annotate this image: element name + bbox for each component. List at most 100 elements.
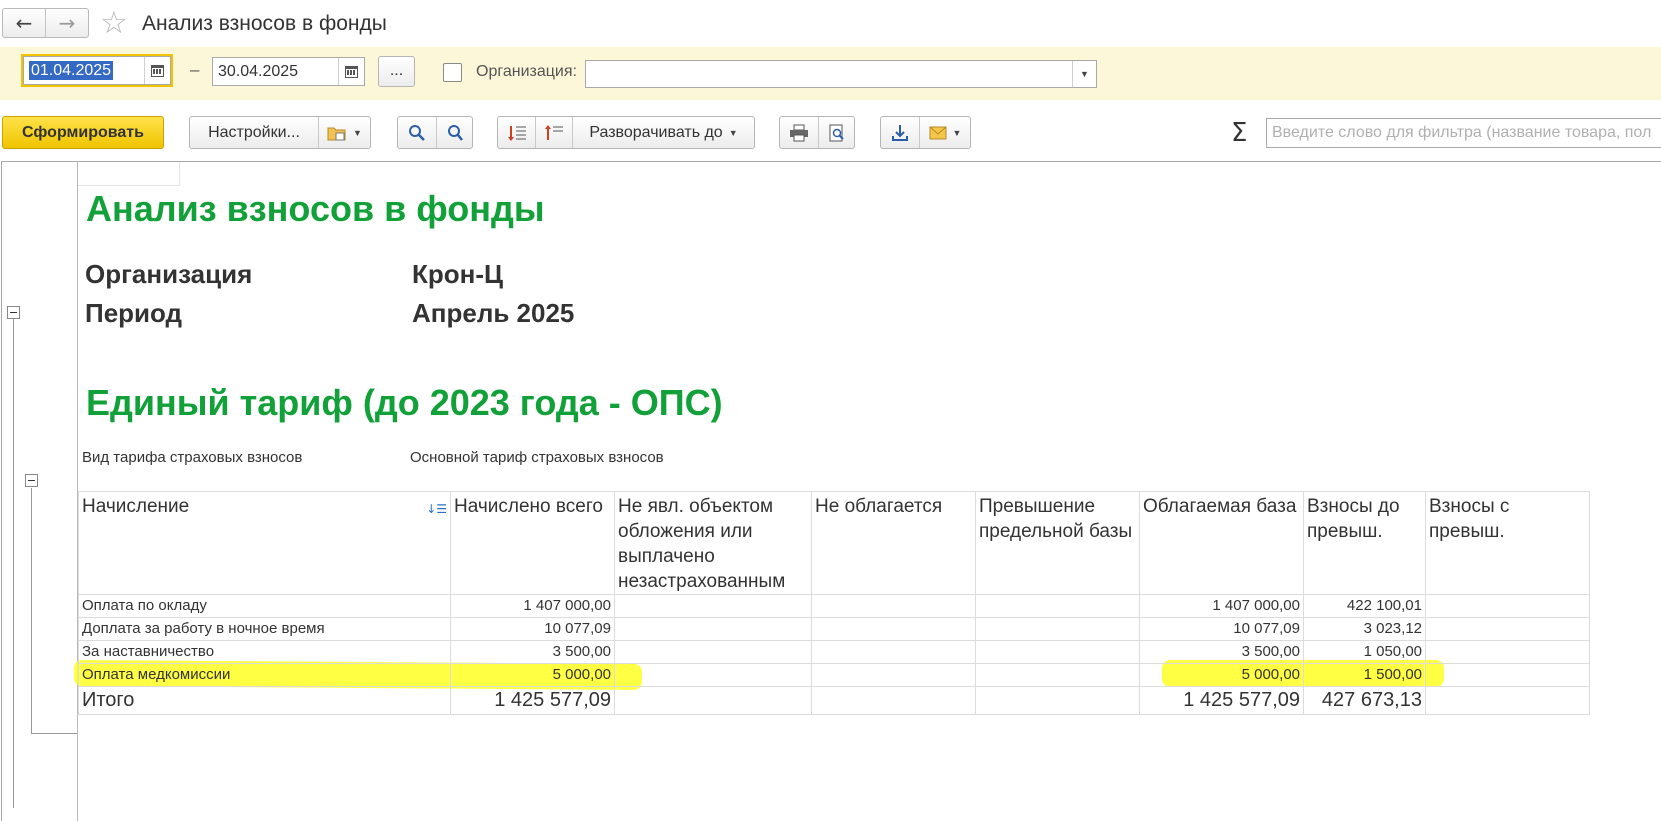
table-cell: 1 407 000,00 (1139, 594, 1304, 618)
group-tree-line (31, 733, 77, 734)
section-title: Единый тариф (до 2023 года - ОПС) (86, 382, 723, 423)
table-cell: 3 023,12 (1303, 617, 1426, 641)
table-cell: 3 500,00 (1139, 640, 1304, 664)
search-refresh-icon (447, 124, 463, 141)
favorite-star-icon[interactable]: ☆ (100, 6, 128, 40)
collapse-group-icon[interactable] (7, 306, 20, 319)
table-cell: За наставничество (78, 640, 451, 664)
column-header[interactable]: Начислено всего (450, 491, 615, 595)
expand-button-group: Разворачивать до ▼ (497, 116, 755, 149)
column-header[interactable]: Не явл. объектом обложения или выплачено… (614, 491, 812, 595)
search-button-group (397, 116, 473, 149)
table-row[interactable]: Доплата за работу в ночное время 10 077,… (78, 617, 1590, 641)
navigation-buttons: ← → (2, 8, 89, 38)
tariff-type-value: Основной тариф страховых взносов (410, 449, 664, 466)
window-title: Анализ взносов в фонды (142, 12, 387, 35)
table-cell (614, 686, 812, 715)
table-cell (975, 686, 1140, 715)
back-arrow-icon: ← (15, 11, 33, 35)
period-header-value: Апрель 2025 (412, 298, 575, 328)
date-range-dash: – (190, 60, 200, 79)
download-icon (892, 124, 908, 141)
date-from-field[interactable]: 01.04.2025 (21, 54, 173, 87)
table-cell: Оплата по окладу (78, 594, 451, 618)
column-header[interactable]: Начисление ↓☰ (78, 491, 451, 595)
calendar-icon (151, 64, 164, 77)
chevron-down-icon: ▼ (728, 127, 738, 138)
calendar-button[interactable] (338, 58, 364, 85)
table-cell: 5 000,00 (1139, 663, 1304, 687)
collapse-groups-button[interactable] (498, 117, 535, 148)
search-next-button[interactable] (436, 117, 472, 148)
report-filter-input[interactable]: Введите слово для фильтра (название това… (1266, 118, 1661, 148)
expand-to-dropdown[interactable]: Разворачивать до ▼ (572, 117, 754, 148)
print-button[interactable] (780, 117, 818, 148)
table-cell (614, 594, 812, 618)
table-cell: Оплата медкомиссии (78, 663, 451, 687)
settings-button[interactable]: Настройки... (190, 117, 318, 148)
column-header[interactable]: Облагаемая база (1139, 491, 1304, 595)
table-cell: 427 673,13 (1303, 686, 1426, 715)
sort-icon[interactable]: ↓☰ (426, 497, 447, 522)
chevron-down-icon[interactable]: ▼ (1072, 61, 1096, 87)
organization-header-value: Крон-Ц (412, 259, 503, 289)
forward-arrow-icon: → (58, 11, 76, 35)
calendar-button[interactable] (144, 57, 170, 84)
organization-input[interactable]: ▼ (585, 60, 1097, 88)
calendar-icon (345, 65, 358, 78)
expand-list-icon (545, 124, 563, 140)
table-cell: 1 425 577,09 (450, 686, 615, 715)
table-cell (1425, 594, 1590, 618)
forward-button[interactable]: → (45, 9, 88, 37)
table-cell: 1 050,00 (1303, 640, 1426, 664)
expand-to-label: Разворачивать до (589, 123, 723, 141)
send-email-button[interactable]: ▼ (919, 117, 970, 148)
date-to-field[interactable]: 30.04.2025 (212, 57, 365, 86)
column-header[interactable]: Взносы с превыш. (1425, 491, 1590, 595)
chevron-down-icon: ▼ (353, 127, 362, 138)
export-button-group: ▼ (880, 116, 971, 149)
table-row[interactable]: За наставничество 3 500,00 3 500,00 1 05… (78, 640, 1590, 664)
chevron-down-icon: ▼ (952, 127, 962, 138)
table-cell: 1 500,00 (1303, 663, 1426, 687)
generate-button[interactable]: Сформировать (2, 116, 164, 149)
table-cell: 5 000,00 (450, 663, 615, 687)
group-tree-line (13, 318, 14, 808)
table-cell: 1 407 000,00 (450, 594, 615, 618)
table-row[interactable]: Оплата по окладу 1 407 000,00 1 407 000,… (78, 594, 1590, 618)
collapse-group-icon[interactable] (25, 474, 38, 487)
column-header[interactable]: Не облагается (811, 491, 976, 595)
variants-dropdown-button[interactable]: ▼ (318, 117, 370, 148)
column-header[interactable]: Превышение предельной базы (975, 491, 1140, 595)
table-cell (975, 617, 1140, 641)
table-cell (975, 594, 1140, 618)
report-title: Анализ взносов в фонды (86, 188, 545, 229)
table-header-row: Начисление ↓☰ Начислено всего Не явл. объ… (78, 491, 1590, 595)
table-row[interactable]: Оплата медкомиссии 5 000,00 5 000,00 1 5… (78, 663, 1590, 687)
table-cell (614, 617, 812, 641)
settings-button-group: Настройки... ▼ (189, 116, 371, 149)
back-button[interactable]: ← (3, 9, 45, 37)
save-button[interactable] (881, 117, 919, 148)
print-preview-button[interactable] (818, 117, 854, 148)
date-from-value: 01.04.2025 (29, 60, 114, 80)
table-total-row[interactable]: Итого 1 425 577,09 1 425 577,09 427 673,… (78, 686, 1590, 715)
sum-icon[interactable]: Σ (1231, 118, 1247, 148)
search-button[interactable] (398, 117, 436, 148)
table-cell: 10 077,09 (1139, 617, 1304, 641)
folder-icon (327, 127, 346, 140)
table-cell (1425, 640, 1590, 664)
table-cell: Доплата за работу в ночное время (78, 617, 451, 641)
print-button-group (779, 116, 855, 149)
table-cell: 3 500,00 (450, 640, 615, 664)
table-cell: 422 100,01 (1303, 594, 1426, 618)
organization-checkbox[interactable] (443, 63, 462, 82)
organization-label: Организация: (476, 63, 577, 80)
envelope-icon (929, 126, 947, 139)
printer-icon (790, 124, 808, 141)
search-icon (409, 124, 425, 141)
collapse-list-icon (507, 125, 526, 141)
column-header[interactable]: Взносы до превыш. (1303, 491, 1426, 595)
select-period-button[interactable]: ... (378, 56, 415, 87)
expand-groups-button[interactable] (535, 117, 572, 148)
